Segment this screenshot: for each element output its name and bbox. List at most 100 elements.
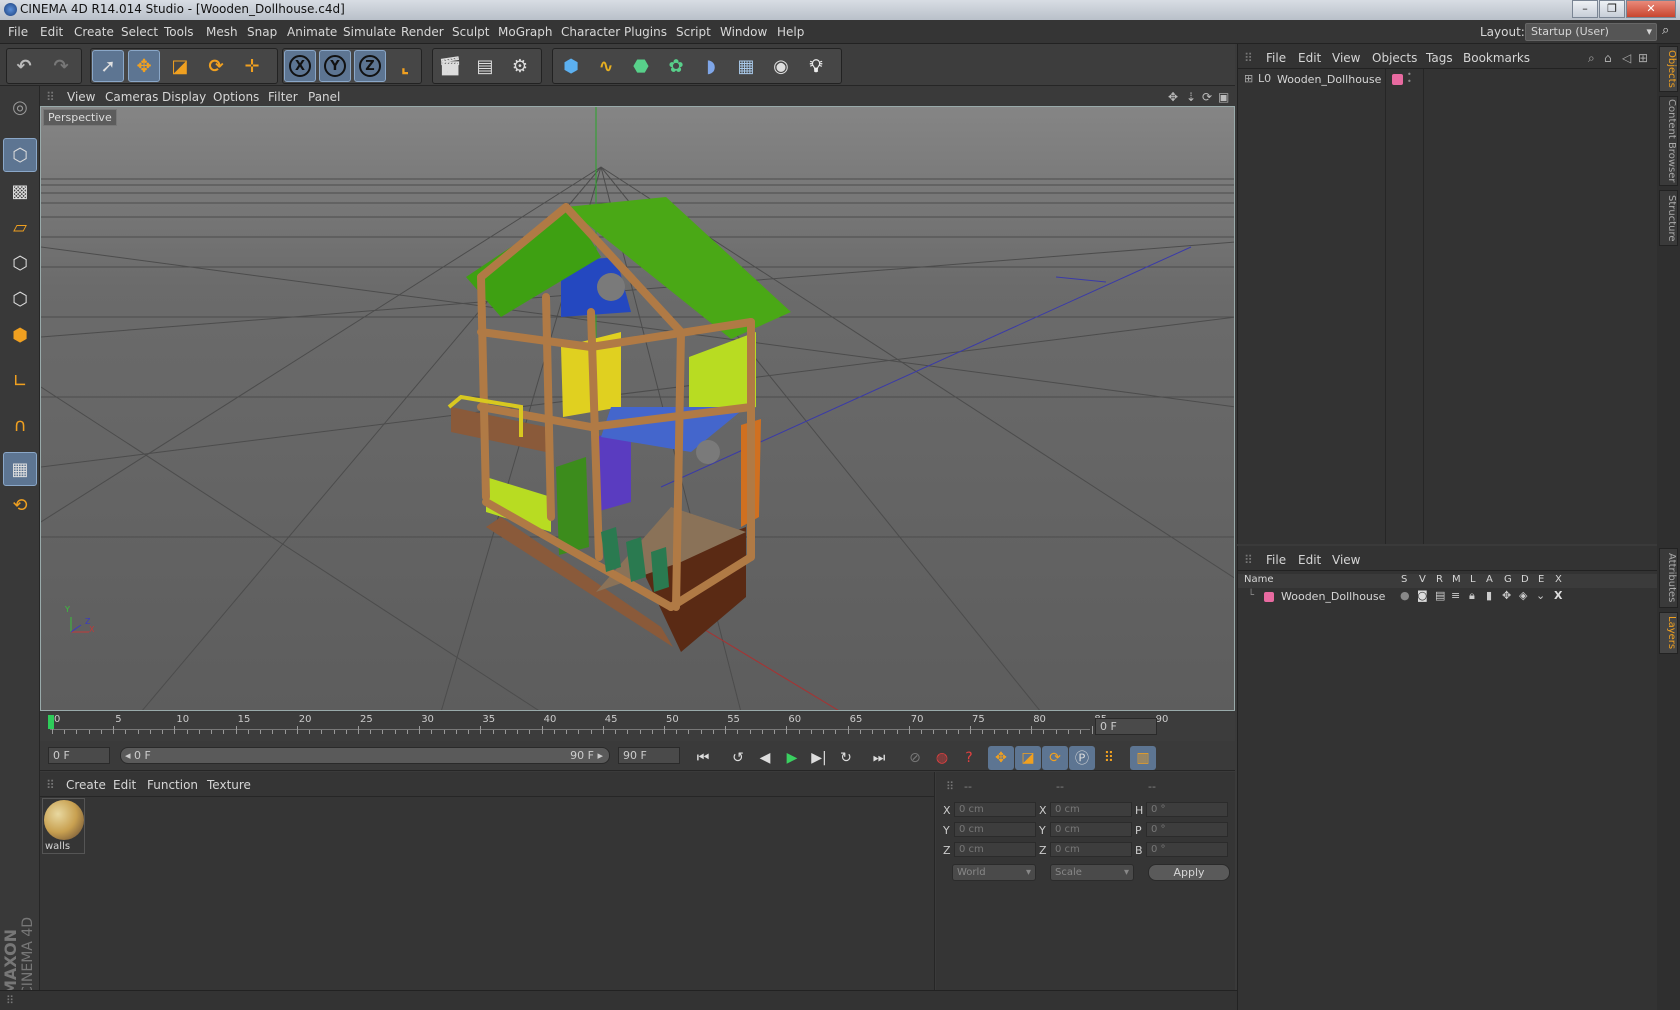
render-view-icon[interactable]: 🎬︎ bbox=[434, 50, 466, 82]
visibility-dots-icon[interactable]: • • bbox=[1407, 71, 1412, 86]
coordinate-space-dropdown[interactable]: World ▾ bbox=[952, 864, 1036, 881]
material-swatch-walls[interactable]: walls bbox=[42, 798, 85, 854]
menu-help[interactable]: Help bbox=[777, 25, 804, 39]
go-to-start-icon[interactable]: ⏮ bbox=[690, 746, 716, 770]
menu-sculpt[interactable]: Sculpt bbox=[452, 25, 489, 39]
layers-menu-view[interactable]: View bbox=[1332, 553, 1360, 567]
scale-icon[interactable]: ◪ bbox=[164, 50, 196, 82]
lock-toggle-icon[interactable]: 🔒︎ bbox=[1469, 589, 1475, 603]
layers-menu-file[interactable]: File bbox=[1266, 553, 1286, 567]
manager-toggle-icon[interactable]: ≡ bbox=[1451, 589, 1460, 602]
redo-icon[interactable]: ↷ bbox=[45, 50, 77, 82]
polygons-mode-icon[interactable]: ⬢ bbox=[3, 318, 37, 352]
model-mode-icon[interactable]: ⬡ bbox=[3, 138, 37, 172]
timeline-ruler[interactable]: 051015202530354045505560657075808590 0 F bbox=[40, 713, 1235, 741]
zoom-view-icon[interactable]: ⇣ bbox=[1186, 90, 1196, 104]
record-keys-icon[interactable]: ⊘ bbox=[902, 746, 928, 770]
minimize-button[interactable]: – bbox=[1572, 0, 1598, 18]
menu-create[interactable]: Create bbox=[74, 25, 114, 39]
layer-color-swatch[interactable] bbox=[1264, 592, 1274, 602]
tab-attributes[interactable]: Attributes bbox=[1659, 548, 1678, 608]
size-mode-dropdown[interactable]: Scale ▾ bbox=[1050, 864, 1134, 881]
objects-menu-file[interactable]: File bbox=[1266, 51, 1286, 65]
move-view-icon[interactable]: ✥ bbox=[1168, 90, 1178, 104]
apply-button[interactable]: Apply bbox=[1148, 864, 1230, 881]
deformer-icon[interactable]: ◗ bbox=[695, 50, 727, 82]
layer-row-wooden-dollhouse[interactable]: └ Wooden_Dollhouse ● ◙ ▤ ≡ 🔒︎ ▮ ✥ ◈ ⌄ X bbox=[1238, 589, 1658, 606]
rot-h-field[interactable]: 0 ° bbox=[1146, 802, 1228, 817]
camera-icon[interactable]: ◉ bbox=[765, 50, 797, 82]
menu-window[interactable]: Window bbox=[720, 25, 767, 39]
end-frame-field[interactable]: 90 F bbox=[618, 747, 680, 764]
spline-icon[interactable]: ∿ bbox=[590, 50, 622, 82]
menu-plugins[interactable]: Plugins bbox=[624, 25, 667, 39]
tab-structure[interactable]: Structure bbox=[1659, 190, 1678, 246]
key-scale-icon[interactable]: ◪ bbox=[1015, 746, 1041, 770]
objects-menu-edit[interactable]: Edit bbox=[1298, 51, 1321, 65]
animation-toggle-icon[interactable]: ▮ bbox=[1486, 589, 1492, 602]
rot-p-field[interactable]: 0 ° bbox=[1146, 822, 1228, 837]
maximize-button[interactable]: ❐ bbox=[1599, 0, 1625, 18]
viewport-menu-display[interactable]: Display bbox=[162, 90, 206, 104]
deformers-toggle-icon[interactable]: ◈ bbox=[1519, 589, 1527, 602]
workplane-mode-icon[interactable]: ▱ bbox=[3, 210, 37, 244]
size-y-field[interactable]: 0 cm bbox=[1050, 822, 1132, 837]
render-picture-viewer-icon[interactable]: ▤ bbox=[469, 50, 501, 82]
previous-frame-icon[interactable]: ◀ bbox=[752, 746, 778, 770]
object-row-wooden-dollhouse[interactable]: ⊞ L0 Wooden_Dollhouse • • bbox=[1240, 71, 1656, 89]
keyframe-selection-icon[interactable]: ? bbox=[956, 746, 982, 770]
texture-mode-icon[interactable]: ▩ bbox=[3, 174, 37, 208]
points-mode-icon[interactable]: ⬡ bbox=[3, 246, 37, 280]
pos-x-field[interactable]: 0 cm bbox=[954, 802, 1036, 817]
add-tool-icon[interactable]: ✛ bbox=[236, 50, 268, 82]
material-menu-create[interactable]: Create bbox=[66, 778, 106, 792]
edges-mode-icon[interactable]: ⬡ bbox=[3, 282, 37, 316]
layers-menu-edit[interactable]: Edit bbox=[1298, 553, 1321, 567]
auto-keying-icon[interactable]: ◍ bbox=[929, 746, 955, 770]
search-icon[interactable]: ⌕ bbox=[1662, 23, 1669, 38]
objects-menu-bookmarks[interactable]: Bookmarks bbox=[1463, 51, 1530, 65]
pos-z-field[interactable]: 0 cm bbox=[954, 842, 1036, 857]
dollhouse-model[interactable] bbox=[447, 197, 791, 652]
next-frame-icon[interactable]: ▶︎| bbox=[806, 746, 832, 770]
menu-render[interactable]: Render bbox=[401, 25, 444, 39]
previous-key-icon[interactable]: ↺ bbox=[725, 746, 751, 770]
key-parameter-icon[interactable]: Ⓟ bbox=[1069, 746, 1095, 770]
expand-icon[interactable]: ⊞ bbox=[1244, 72, 1253, 85]
view-toggle-icon[interactable]: ◙ bbox=[1417, 589, 1428, 602]
x-axis-lock-icon[interactable]: X bbox=[284, 50, 316, 82]
nurbs-icon[interactable]: ⬣ bbox=[625, 50, 657, 82]
solo-toggle-icon[interactable]: ● bbox=[1400, 589, 1410, 602]
expressions-toggle-icon[interactable]: ⌄ bbox=[1536, 589, 1545, 602]
undo-icon[interactable]: ↶ bbox=[8, 50, 40, 82]
tab-objects[interactable]: Objects bbox=[1659, 46, 1678, 92]
snap-magnet-icon[interactable]: ∩ bbox=[3, 408, 37, 442]
objects-menu-tags[interactable]: Tags bbox=[1426, 51, 1453, 65]
key-position-icon[interactable]: ✥ bbox=[988, 746, 1014, 770]
menu-select[interactable]: Select bbox=[121, 25, 158, 39]
material-menu-function[interactable]: Function bbox=[147, 778, 198, 792]
y-axis-lock-icon[interactable]: Y bbox=[319, 50, 351, 82]
viewport-menu-cameras[interactable]: Cameras bbox=[105, 90, 158, 104]
rot-b-field[interactable]: 0 ° bbox=[1146, 842, 1228, 857]
menu-animate[interactable]: Animate bbox=[287, 25, 337, 39]
coordinate-system-icon[interactable]: ⌞ bbox=[389, 50, 421, 82]
live-selection-icon[interactable]: ➚ bbox=[92, 50, 124, 82]
size-z-field[interactable]: 0 cm bbox=[1050, 842, 1132, 857]
menu-simulate[interactable]: Simulate bbox=[343, 25, 396, 39]
viewport-menu-view[interactable]: View bbox=[67, 90, 95, 104]
xrefs-toggle-icon[interactable]: X bbox=[1554, 589, 1562, 602]
menu-mesh[interactable]: Mesh bbox=[206, 25, 238, 39]
objects-menu-objects[interactable]: Objects bbox=[1372, 51, 1417, 65]
perspective-viewport[interactable]: Perspective Y X Z bbox=[40, 106, 1235, 711]
objects-menu-view[interactable]: View bbox=[1332, 51, 1360, 65]
next-key-icon[interactable]: ↻ bbox=[833, 746, 859, 770]
menu-script[interactable]: Script bbox=[676, 25, 711, 39]
generators-toggle-icon[interactable]: ✥ bbox=[1502, 589, 1511, 602]
pos-y-field[interactable]: 0 cm bbox=[954, 822, 1036, 837]
home-icon[interactable]: ⌂ bbox=[1604, 51, 1612, 65]
workplane-lock-icon[interactable]: ▦ bbox=[3, 452, 37, 486]
back-icon[interactable]: ◁ bbox=[1622, 51, 1631, 65]
move-icon[interactable]: ✥ bbox=[128, 50, 160, 82]
z-axis-lock-icon[interactable]: Z bbox=[354, 50, 386, 82]
